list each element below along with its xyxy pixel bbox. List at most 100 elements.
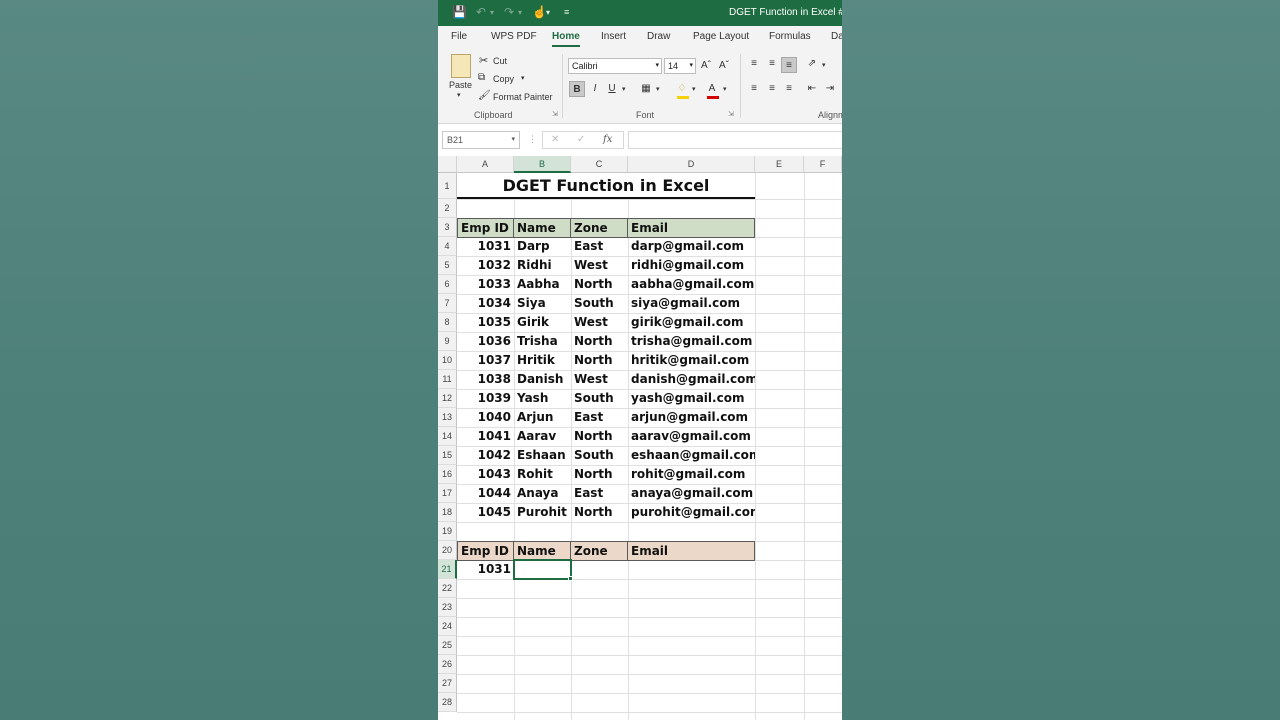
table-cell[interactable]: rohit@gmail.com [628,465,755,484]
table-cell[interactable]: eshaan@gmail.com [628,446,755,465]
align-left-icon[interactable]: ≡ [746,81,762,97]
table-cell[interactable]: purohit@gmail.com [628,503,755,522]
lookup-header-zone[interactable]: Zone [570,541,628,561]
table-cell[interactable]: girik@gmail.com [628,313,755,332]
tab-wps-pdf[interactable]: WPS PDF [491,31,537,42]
format-painter-icon[interactable]: 🖌 [478,90,491,101]
row-header-28[interactable]: 28 [438,693,457,712]
customize-toolbar-icon[interactable]: ≡ [564,7,569,17]
column-header-b[interactable]: B [514,156,571,173]
table-cell[interactable]: Trisha [514,332,571,351]
table-cell[interactable]: Ridhi [514,256,571,275]
header-cell-zone[interactable]: Zone [570,218,628,238]
fill-color-dropdown-icon[interactable]: ▾ [692,85,696,93]
table-cell[interactable]: Hritik [514,351,571,370]
insert-function-icon[interactable]: fx [603,134,612,145]
row-header-27[interactable]: 27 [438,674,457,693]
column-header-d[interactable]: D [628,156,755,173]
table-cell[interactable]: aarav@gmail.com [628,427,755,446]
table-cell[interactable]: Purohit [514,503,571,522]
column-header-e[interactable]: E [755,156,804,173]
row-header-11[interactable]: 11 [438,370,457,389]
cancel-icon[interactable]: ✕ [551,134,559,145]
italic-button[interactable]: I [587,81,603,97]
fill-handle[interactable] [568,576,573,581]
font-launcher-icon[interactable]: ⇲ [728,110,734,118]
column-header-f[interactable]: F [804,156,842,173]
orientation-dropdown-icon[interactable]: ▾ [822,61,826,69]
table-cell[interactable]: Eshaan [514,446,571,465]
table-cell[interactable]: Aarav [514,427,571,446]
table-cell[interactable]: Danish [514,370,571,389]
font-name-select[interactable]: Calibri ▾ [568,58,662,74]
table-cell[interactable]: East [571,408,628,427]
table-cell[interactable]: 1043 [457,465,514,484]
table-cell[interactable]: East [571,237,628,256]
table-cell[interactable]: 1033 [457,275,514,294]
copy-label[interactable]: Copy [493,74,514,84]
bold-button[interactable]: B [569,81,585,97]
row-header-16[interactable]: 16 [438,465,457,484]
header-cell-email[interactable]: Email [627,218,755,238]
row-header-9[interactable]: 9 [438,332,457,351]
table-cell[interactable]: 1040 [457,408,514,427]
row-header-17[interactable]: 17 [438,484,457,503]
row-header-7[interactable]: 7 [438,294,457,313]
row-header-12[interactable]: 12 [438,389,457,408]
row-header-5[interactable]: 5 [438,256,457,275]
table-cell[interactable]: West [571,313,628,332]
column-header-a[interactable]: A [457,156,514,173]
table-cell[interactable]: South [571,446,628,465]
table-cell[interactable]: Siya [514,294,571,313]
paste-icon[interactable] [451,54,471,78]
row-header-22[interactable]: 22 [438,579,457,598]
align-center-icon[interactable]: ≡ [764,81,780,97]
table-cell[interactable]: aabha@gmail.com [628,275,755,294]
table-cell[interactable]: North [571,465,628,484]
enter-icon[interactable]: ✓ [577,134,585,145]
column-header-c[interactable]: C [571,156,628,173]
lookup-header-email[interactable]: Email [627,541,755,561]
table-cell[interactable]: Aabha [514,275,571,294]
row-header-25[interactable]: 25 [438,636,457,655]
increase-font-icon[interactable]: Aˆ [698,58,714,74]
formula-input[interactable] [628,131,842,149]
borders-icon[interactable]: ▦ [638,81,654,97]
row-header-14[interactable]: 14 [438,427,457,446]
worksheet-grid[interactable]: A B C D E F 1 2 3 4 5 6 7 8 9 10 11 12 1… [438,156,842,720]
table-cell[interactable]: 1038 [457,370,514,389]
cut-icon[interactable]: ✂ [479,54,488,67]
table-cell[interactable]: 1031 [457,237,514,256]
more-options-icon[interactable]: ⋮ [528,134,537,145]
table-cell[interactable]: Rohit [514,465,571,484]
table-cell[interactable]: Arjun [514,408,571,427]
redo-dropdown-icon[interactable]: ▾ [518,8,522,17]
tab-page-layout[interactable]: Page Layout [693,31,749,42]
font-size-select[interactable]: 14 ▾ [664,58,696,74]
table-cell[interactable]: 1044 [457,484,514,503]
font-color-dropdown-icon[interactable]: ▾ [723,85,727,93]
row-header-2[interactable]: 2 [438,199,457,218]
row-header-26[interactable]: 26 [438,655,457,674]
table-cell[interactable]: 1036 [457,332,514,351]
fill-color-icon[interactable]: ♢ [674,81,690,97]
table-cell[interactable]: anaya@gmail.com [628,484,755,503]
lookup-header-name[interactable]: Name [513,541,571,561]
table-cell[interactable]: trisha@gmail.com [628,332,755,351]
name-box[interactable]: B21 ▾ [442,131,520,149]
table-cell[interactable]: Darp [514,237,571,256]
touch-mode-icon[interactable]: ☝ [532,5,547,19]
align-middle-icon[interactable]: ≡ [764,56,780,72]
clipboard-launcher-icon[interactable]: ⇲ [552,110,558,118]
tab-formulas[interactable]: Formulas [769,31,811,42]
decrease-indent-icon[interactable]: ⇤ [804,81,820,97]
row-header-1[interactable]: 1 [438,173,457,199]
lookup-header-emp-id[interactable]: Emp ID [457,541,514,561]
cut-label[interactable]: Cut [493,56,507,66]
table-cell[interactable]: West [571,256,628,275]
format-painter-label[interactable]: Format Painter [493,92,553,102]
align-right-icon[interactable]: ≡ [781,81,797,97]
row-header-24[interactable]: 24 [438,617,457,636]
row-header-6[interactable]: 6 [438,275,457,294]
row-header-18[interactable]: 18 [438,503,457,522]
